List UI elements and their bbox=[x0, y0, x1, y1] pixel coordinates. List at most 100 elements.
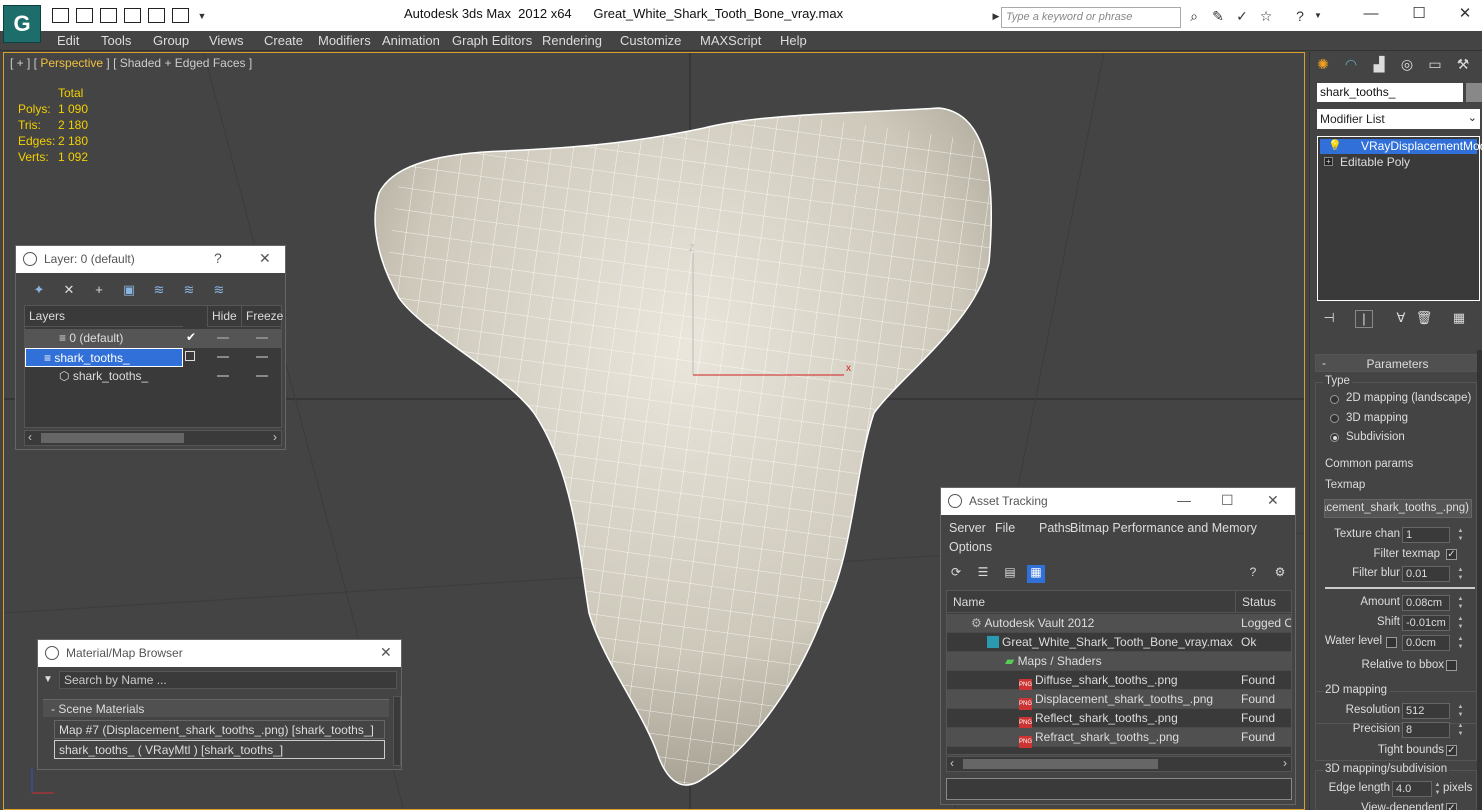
freeze-all-layers-icon[interactable]: ≋ bbox=[210, 282, 228, 298]
menu-rendering[interactable]: Rendering bbox=[542, 33, 602, 48]
app-logo-icon[interactable]: G bbox=[3, 5, 41, 43]
scroll-right-icon[interactable]: › bbox=[1283, 756, 1287, 770]
spinner-arrows-icon[interactable]: ▲ ▼ bbox=[1456, 722, 1465, 738]
spinner-arrows-icon[interactable]: ▲ ▼ bbox=[1456, 615, 1465, 631]
menu-views[interactable]: Views bbox=[209, 33, 243, 48]
material-map-browser-dialog[interactable]: Material/Map Browser ✕ ▼ Search by Name … bbox=[37, 639, 402, 770]
project-folder-icon[interactable] bbox=[124, 8, 141, 23]
edge-length-spinner[interactable]: 4.0 bbox=[1392, 781, 1432, 797]
column-freeze[interactable]: Freeze bbox=[241, 306, 283, 327]
hide-toggle[interactable] bbox=[217, 356, 229, 358]
hierarchy-tab-icon[interactable]: ▟ bbox=[1369, 56, 1389, 76]
radio-subdivision[interactable] bbox=[1330, 433, 1339, 442]
browser-options-icon[interactable]: ▼ bbox=[43, 674, 53, 685]
asset-row[interactable]: ▰ Maps / Shaders bbox=[947, 652, 1291, 671]
close-icon[interactable]: ✕ bbox=[1267, 492, 1279, 509]
asset-row[interactable]: PNG Reflect_shark_tooths_.png Found bbox=[947, 709, 1291, 729]
layer-list[interactable]: Layers Hide Freeze ≡ 0 (default) ✔ ⊟ ≡ s… bbox=[24, 305, 283, 428]
asset-row[interactable]: PNG Diffuse_shark_tooths_.png Found bbox=[947, 671, 1291, 691]
save-icon[interactable] bbox=[76, 8, 93, 23]
at-menu-server[interactable]: Server bbox=[949, 521, 986, 535]
scroll-thumb[interactable] bbox=[963, 759, 1158, 769]
communication-icon[interactable]: ✓ bbox=[1234, 8, 1250, 24]
menu-edit[interactable]: Edit bbox=[57, 33, 79, 48]
redo-icon[interactable] bbox=[172, 8, 189, 23]
favorites-star-icon[interactable]: ☆ bbox=[1258, 8, 1274, 24]
expand-icon[interactable]: + bbox=[1324, 157, 1333, 166]
menu-modifiers[interactable]: Modifiers bbox=[318, 33, 371, 48]
scroll-left-icon[interactable]: ‹ bbox=[28, 430, 32, 444]
show-end-result-icon[interactable]: | bbox=[1355, 310, 1373, 328]
command-panel-scrollbar[interactable] bbox=[1477, 350, 1482, 810]
active-layer-check-icon[interactable]: ✔ bbox=[186, 330, 196, 344]
help-icon[interactable]: ? bbox=[1292, 8, 1308, 24]
menu-create[interactable]: Create bbox=[264, 33, 303, 48]
add-to-layer-icon[interactable]: + bbox=[90, 282, 108, 298]
delete-layer-icon[interactable]: ✕ bbox=[60, 282, 78, 298]
close-button[interactable]: ✕ bbox=[259, 250, 271, 267]
object-name-field[interactable]: shark_tooths_ bbox=[1317, 83, 1463, 102]
close-icon[interactable]: ✕ bbox=[1450, 3, 1480, 25]
subscription-icon[interactable]: ✎ bbox=[1210, 8, 1226, 24]
spinner-arrows-icon[interactable]: ▲ ▼ bbox=[1456, 566, 1465, 582]
vault-settings-icon[interactable]: ⚙ bbox=[1271, 565, 1289, 583]
asset-tracking-dialog[interactable]: Asset Tracking — ☐ ✕ Server File Paths B… bbox=[940, 487, 1296, 805]
column-layers[interactable]: Layers bbox=[25, 306, 183, 327]
water-level-spinner[interactable]: 0.0cm bbox=[1402, 635, 1450, 651]
lightbulb-icon[interactable]: 💡 bbox=[1328, 139, 1342, 152]
at-menu-file[interactable]: File bbox=[995, 521, 1015, 535]
shift-spinner[interactable]: -0.01cm bbox=[1402, 615, 1450, 631]
menu-animation[interactable]: Animation bbox=[382, 33, 440, 48]
menu-help[interactable]: Help bbox=[780, 33, 807, 48]
thumbnail-view-icon[interactable]: ▤ bbox=[1001, 565, 1019, 583]
spinner-arrows-icon[interactable]: ▲ ▼ bbox=[1456, 595, 1465, 611]
close-button[interactable]: ✕ bbox=[380, 644, 392, 661]
freeze-toggle[interactable] bbox=[256, 375, 268, 377]
filter-blur-spinner[interactable]: 0.01 bbox=[1402, 566, 1450, 582]
material-vertical-scrollbar[interactable] bbox=[393, 696, 401, 766]
search-input[interactable]: Type a keyword or phrase bbox=[1001, 7, 1181, 28]
column-name[interactable]: Name bbox=[947, 591, 1236, 613]
create-tab-icon[interactable]: ✺ bbox=[1313, 56, 1333, 76]
asset-row[interactable]: Great_White_Shark_Tooth_Bone_vray.max Ok bbox=[947, 633, 1291, 652]
asset-horizontal-scrollbar[interactable]: ‹ › bbox=[946, 756, 1292, 772]
water-level-checkbox[interactable] bbox=[1386, 637, 1397, 648]
scroll-thumb[interactable] bbox=[41, 433, 184, 443]
maximize-icon[interactable]: ☐ bbox=[1221, 492, 1234, 509]
at-menu-options[interactable]: Options bbox=[949, 540, 992, 554]
undo-icon[interactable] bbox=[148, 8, 165, 23]
table-view-icon[interactable]: ▦ bbox=[1027, 565, 1045, 583]
layer-row[interactable]: ⊟ ≡ shark_tooths_ bbox=[25, 348, 281, 367]
viewport-view-name[interactable]: Perspective bbox=[40, 56, 103, 70]
freeze-toggle[interactable] bbox=[256, 337, 268, 339]
modifier-stack[interactable]: 💡 VRayDisplacementMod + Editable Poly bbox=[1317, 136, 1482, 301]
new-scene-icon[interactable] bbox=[100, 8, 117, 23]
display-tab-icon[interactable]: ▭ bbox=[1425, 56, 1445, 76]
texture-chan-spinner[interactable]: 1 bbox=[1402, 527, 1450, 543]
viewport-label[interactable]: [ + ] [ Perspective ] [ Shaded + Edged F… bbox=[10, 56, 252, 70]
menu-customize[interactable]: Customize bbox=[620, 33, 681, 48]
amount-spinner[interactable]: 0.08cm bbox=[1402, 595, 1450, 611]
menu-tools[interactable]: Tools bbox=[101, 33, 131, 48]
material-browser-title-bar[interactable]: Material/Map Browser ✕ bbox=[38, 640, 401, 667]
maximize-icon[interactable]: ☐ bbox=[1404, 3, 1434, 25]
modifier-list-dropdown[interactable]: Modifier List ⌄ bbox=[1317, 109, 1480, 129]
select-in-layer-icon[interactable]: ▣ bbox=[120, 282, 138, 298]
precision-spinner[interactable]: 8 bbox=[1402, 722, 1450, 738]
column-status[interactable]: Status bbox=[1236, 591, 1291, 613]
list-view-icon[interactable]: ☰ bbox=[974, 565, 992, 583]
help-button[interactable]: ? bbox=[214, 250, 222, 266]
make-unique-icon[interactable]: ∀ bbox=[1392, 310, 1410, 328]
spinner-arrows-icon[interactable]: ▲ ▼ bbox=[1456, 527, 1465, 543]
material-search-input[interactable]: Search by Name ... bbox=[59, 671, 397, 689]
create-layer-icon[interactable]: ✦ bbox=[30, 282, 48, 298]
minimize-icon[interactable]: — bbox=[1356, 3, 1386, 25]
relative-bbox-checkbox[interactable] bbox=[1446, 660, 1457, 671]
scroll-right-icon[interactable]: › bbox=[273, 430, 277, 444]
minimize-icon[interactable]: — bbox=[1177, 492, 1191, 508]
tight-bounds-checkbox[interactable]: ✓ bbox=[1446, 745, 1457, 756]
remove-modifier-icon[interactable]: 🗑 bbox=[1415, 310, 1433, 328]
asset-row[interactable]: ⚙ Autodesk Vault 2012 Logged O bbox=[947, 614, 1291, 633]
refresh-icon[interactable]: ⟳ bbox=[947, 565, 965, 583]
radio-3d-mapping[interactable] bbox=[1330, 414, 1339, 423]
